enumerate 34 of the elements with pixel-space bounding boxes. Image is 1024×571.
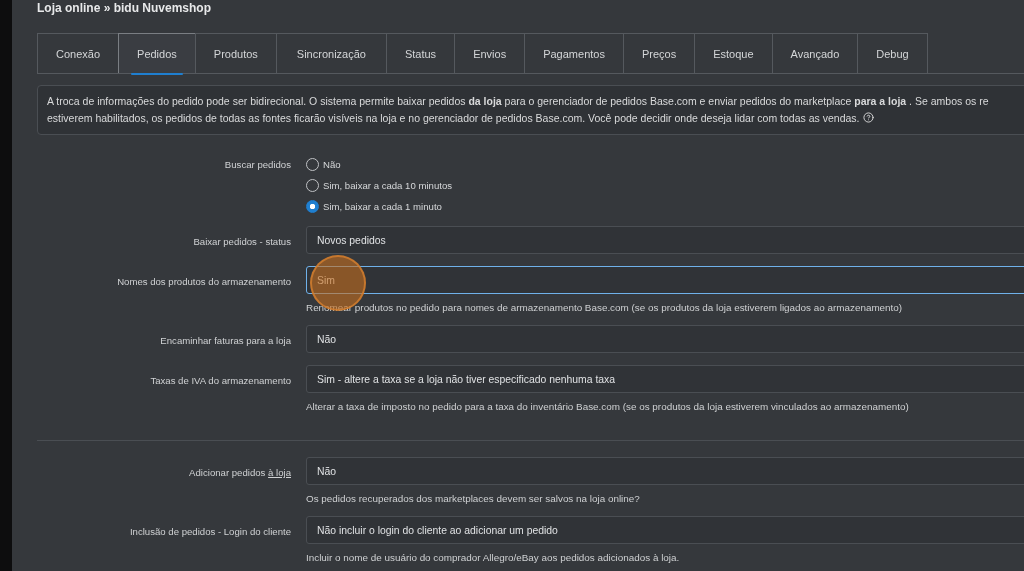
radio-button[interactable] <box>306 200 319 213</box>
field-label: Taxas de IVA do armazenamento <box>150 375 291 386</box>
tab[interactable]: Debug <box>857 33 928 73</box>
help-text: Incluir o nome de usuário do comprador Allegro/eBay aos pedidos adicionados à loja. <box>306 552 681 563</box>
field-label: Adicionar pedidos <box>189 467 267 478</box>
select-field[interactable]: Sim - altere a taxa se a loja não tiver especificado nenhuma taxa <box>306 365 1024 393</box>
page-title: Loja online » bidu Nuvemshop <box>37 0 212 17</box>
select-field[interactable]: Não incluir o login do cliente ao adicionar um pedido <box>306 516 1024 544</box>
radio-label[interactable]: Sim, baixar a cada 10 minutos <box>323 180 453 191</box>
tab[interactable]: Estoque <box>694 33 772 73</box>
field-label: Baixar pedidos - status <box>193 236 291 247</box>
tab[interactable]: Status <box>385 33 455 73</box>
tab[interactable]: Pedidos <box>118 33 195 73</box>
field-label: Encaminhar faturas para a loja <box>160 335 291 346</box>
info-text: A troca de informações do pedido pode ser bidirecional. O sistema permite baixar pedidos da loja para o gerenciador de pedidos Base.com e enviar pedidos do marketplace para a loja . Se ambos os re <box>47 94 990 109</box>
field-label: Buscar pedidos <box>224 159 291 170</box>
tab[interactable]: Envios <box>454 33 525 73</box>
tab[interactable]: Produtos <box>194 33 276 73</box>
tab[interactable]: Preços <box>622 33 695 73</box>
radio-label[interactable]: Não <box>323 159 341 170</box>
info-text: estiverem habilitados, os pedidos de todas as fontes ficarão visíveis na loja e no gerenciador de pedidos Base.com. Você pode decidir onde deseja lidar com todas as vendas. <box>47 110 1024 127</box>
tab[interactable]: Pagamentos <box>524 33 623 73</box>
select-field[interactable]: Não <box>306 325 1024 353</box>
select-field[interactable]: Não <box>306 457 1024 485</box>
tab[interactable]: Sincronização <box>275 33 386 73</box>
radio-label[interactable]: Sim, baixar a cada 1 minuto <box>323 201 442 212</box>
field-label: Nomes dos produtos do armazenamento <box>117 276 291 287</box>
help-text: Alterar a taxa de imposto no pedido para a taxa do inventário Base.com (se os produtos da loja estiverem vinculados ao armazenamento) <box>306 401 910 412</box>
tab[interactable]: Avançado <box>771 33 858 73</box>
field-label: Inclusão de pedidos - Login do cliente <box>129 526 291 537</box>
help-text: Os pedidos recuperados dos marketplaces devem ser salvos na loja online? <box>306 493 641 504</box>
label-link[interactable]: à loja <box>268 467 291 478</box>
help-icon[interactable] <box>862 112 874 123</box>
select-field[interactable]: Novos pedidos <box>306 226 1024 254</box>
